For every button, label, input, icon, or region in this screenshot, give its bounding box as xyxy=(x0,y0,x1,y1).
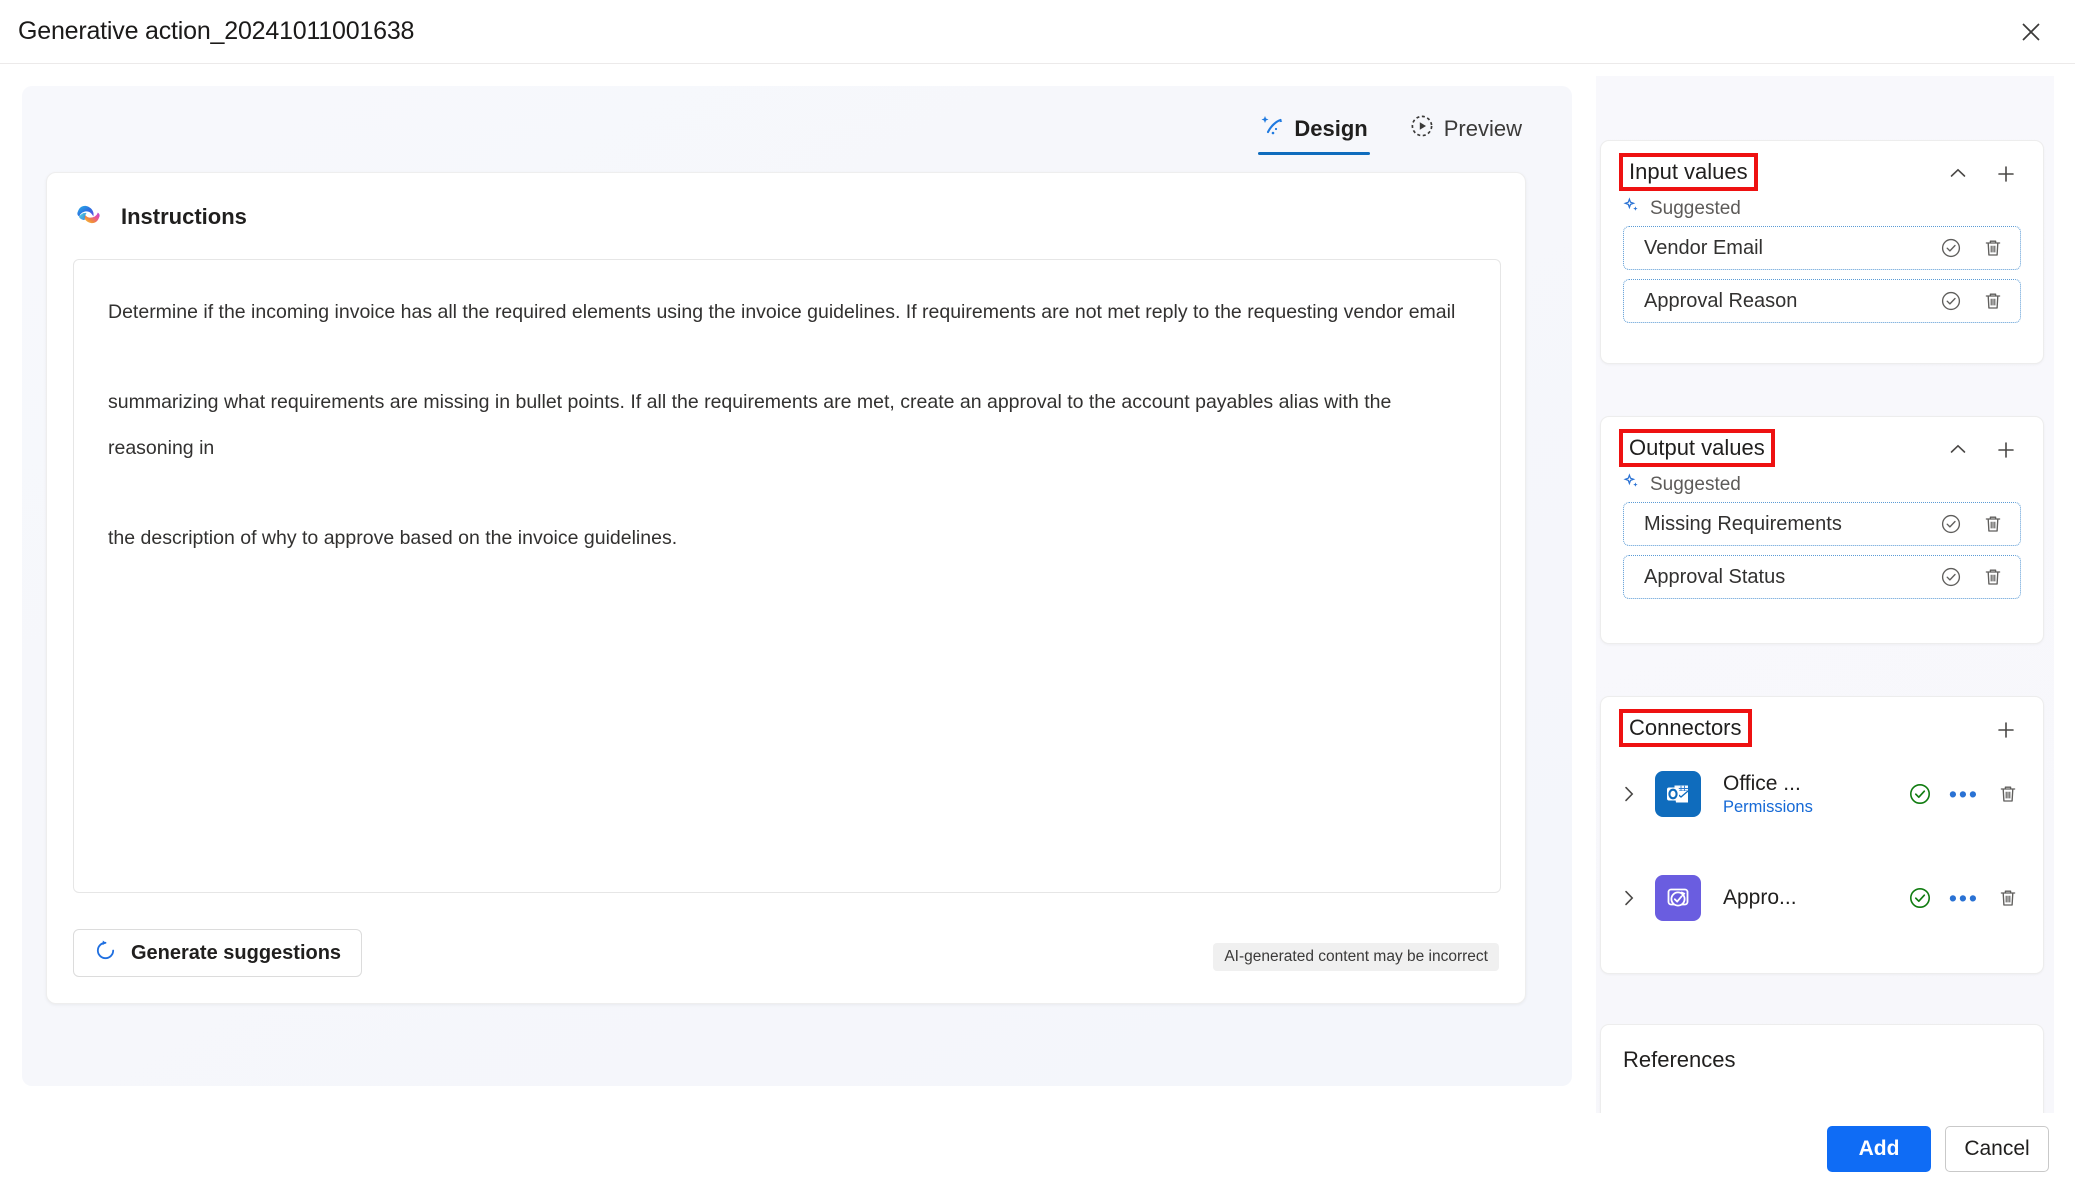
output-value-item[interactable]: Missing Requirements xyxy=(1623,502,2021,546)
input-values-title: Input values xyxy=(1619,153,1758,191)
page-title: Generative action_20241011001638 xyxy=(18,17,415,45)
trash-icon[interactable] xyxy=(1976,507,2010,541)
view-tabstrip: Design Preview xyxy=(1256,110,1526,155)
chevron-right-icon[interactable] xyxy=(1615,888,1643,908)
trash-icon[interactable] xyxy=(1976,284,2010,318)
instructions-header: Instructions xyxy=(47,173,1525,235)
input-value-name: Approval Reason xyxy=(1644,289,1798,312)
instructions-input[interactable]: Determine if the incoming invoice has al… xyxy=(73,259,1501,893)
sparkle-icon xyxy=(1623,473,1641,496)
connector-row-office[interactable]: Office ... Permissions ••• xyxy=(1601,757,2043,831)
input-value-actions xyxy=(1934,284,2010,318)
input-value-actions xyxy=(1934,231,2010,265)
output-values-actions xyxy=(1941,433,2023,467)
check-circle-green-icon xyxy=(1903,881,1937,915)
output-value-name: Approval Status xyxy=(1644,565,1786,588)
close-icon[interactable] xyxy=(2009,10,2053,54)
dialog-footer: Add Cancel xyxy=(0,1113,2075,1185)
trash-icon[interactable] xyxy=(1991,881,2025,915)
instructions-card: Instructions Determine if the incoming i… xyxy=(46,172,1526,1004)
connector-name: Office ... xyxy=(1723,771,1801,795)
output-value-item[interactable]: Approval Status xyxy=(1623,555,2021,599)
output-values-header: Output values xyxy=(1601,417,2043,467)
add-button[interactable]: Add xyxy=(1827,1126,1931,1172)
check-circle-icon[interactable] xyxy=(1934,507,1968,541)
approvals-icon xyxy=(1655,875,1701,921)
connector-office-texts: Office ... Permissions xyxy=(1723,772,1891,817)
connectors-title: Connectors xyxy=(1619,709,1752,747)
tab-design-label: Design xyxy=(1294,115,1368,141)
input-values-card: Input values Suggested Vendor Email Appr… xyxy=(1600,140,2044,364)
output-values-card: Output values Suggested Missing Requirem… xyxy=(1600,416,2044,644)
input-value-item[interactable]: Vendor Email xyxy=(1623,226,2021,270)
connectors-card: Connectors Office ... Permissions ••• Ap… xyxy=(1600,696,2044,974)
check-circle-green-icon xyxy=(1903,777,1937,811)
trash-icon[interactable] xyxy=(1976,560,2010,594)
chevron-right-icon[interactable] xyxy=(1615,784,1643,804)
input-values-actions xyxy=(1941,157,2023,191)
more-horizontal-icon[interactable]: ••• xyxy=(1949,782,1979,806)
more-horizontal-icon[interactable]: ••• xyxy=(1949,886,1979,910)
output-suggested-label: Suggested xyxy=(1650,473,1741,495)
connector-permissions-link[interactable]: Permissions xyxy=(1723,798,1891,817)
copilot-icon xyxy=(73,199,104,235)
input-value-item[interactable]: Approval Reason xyxy=(1623,279,2021,323)
properties-rail: Input values Suggested Vendor Email Appr… xyxy=(1596,76,2054,1113)
chevron-up-icon[interactable] xyxy=(1941,157,1975,191)
generate-suggestions-label: Generate suggestions xyxy=(131,941,342,964)
check-circle-icon[interactable] xyxy=(1934,231,1968,265)
tab-preview-label: Preview xyxy=(1443,115,1522,141)
input-suggested-label: Suggested xyxy=(1650,197,1741,219)
input-value-name: Vendor Email xyxy=(1644,236,1763,259)
tab-preview[interactable]: Preview xyxy=(1406,110,1526,155)
references-card: References xyxy=(1600,1024,2044,1113)
output-value-actions xyxy=(1934,560,2010,594)
check-circle-icon[interactable] xyxy=(1934,560,1968,594)
refresh-circle-icon xyxy=(94,939,117,967)
references-title: References xyxy=(1623,1047,1736,1072)
connector-actions: ••• xyxy=(1903,777,2025,811)
add-connector-plus-icon[interactable] xyxy=(1989,713,2023,747)
close-glyph xyxy=(2022,22,2040,41)
sparkle-icon xyxy=(1623,197,1641,220)
chevron-up-icon[interactable] xyxy=(1941,433,1975,467)
trash-icon[interactable] xyxy=(1976,231,2010,265)
output-value-actions xyxy=(1934,507,2010,541)
connector-approvals-texts: Appro... xyxy=(1723,886,1891,910)
connector-row-approvals[interactable]: Appro... ••• xyxy=(1601,861,2043,935)
sparkle-wand-icon xyxy=(1260,114,1284,143)
add-input-value-plus-icon[interactable] xyxy=(1989,157,2023,191)
output-suggested-row: Suggested xyxy=(1601,463,2043,502)
connectors-header: Connectors xyxy=(1601,697,2043,747)
input-values-header: Input values xyxy=(1601,141,2043,191)
connector-actions: ••• xyxy=(1903,881,2025,915)
output-values-title: Output values xyxy=(1619,429,1775,467)
outlook-icon xyxy=(1655,771,1701,817)
connectors-actions xyxy=(1989,713,2023,747)
design-canvas: Design Preview Instructions Determine if… xyxy=(22,86,1572,1086)
input-suggested-row: Suggested xyxy=(1601,187,2043,226)
instructions-text: Determine if the incoming invoice has al… xyxy=(108,301,1456,550)
play-circle-dashed-icon xyxy=(1410,114,1434,143)
dialog-body: Design Preview Instructions Determine if… xyxy=(0,64,2075,1113)
output-value-name: Missing Requirements xyxy=(1644,512,1842,535)
dialog-titlebar: Generative action_20241011001638 xyxy=(0,0,2075,64)
connector-name: Appro... xyxy=(1723,886,1797,909)
trash-icon[interactable] xyxy=(1991,777,2025,811)
check-circle-icon[interactable] xyxy=(1934,284,1968,318)
instructions-title: Instructions xyxy=(121,204,247,229)
cancel-button[interactable]: Cancel xyxy=(1945,1126,2049,1172)
add-output-value-plus-icon[interactable] xyxy=(1989,433,2023,467)
generate-suggestions-button[interactable]: Generate suggestions xyxy=(73,929,363,977)
ai-disclaimer-badge: AI-generated content may be incorrect xyxy=(1213,943,1499,971)
tab-design[interactable]: Design xyxy=(1256,110,1371,155)
